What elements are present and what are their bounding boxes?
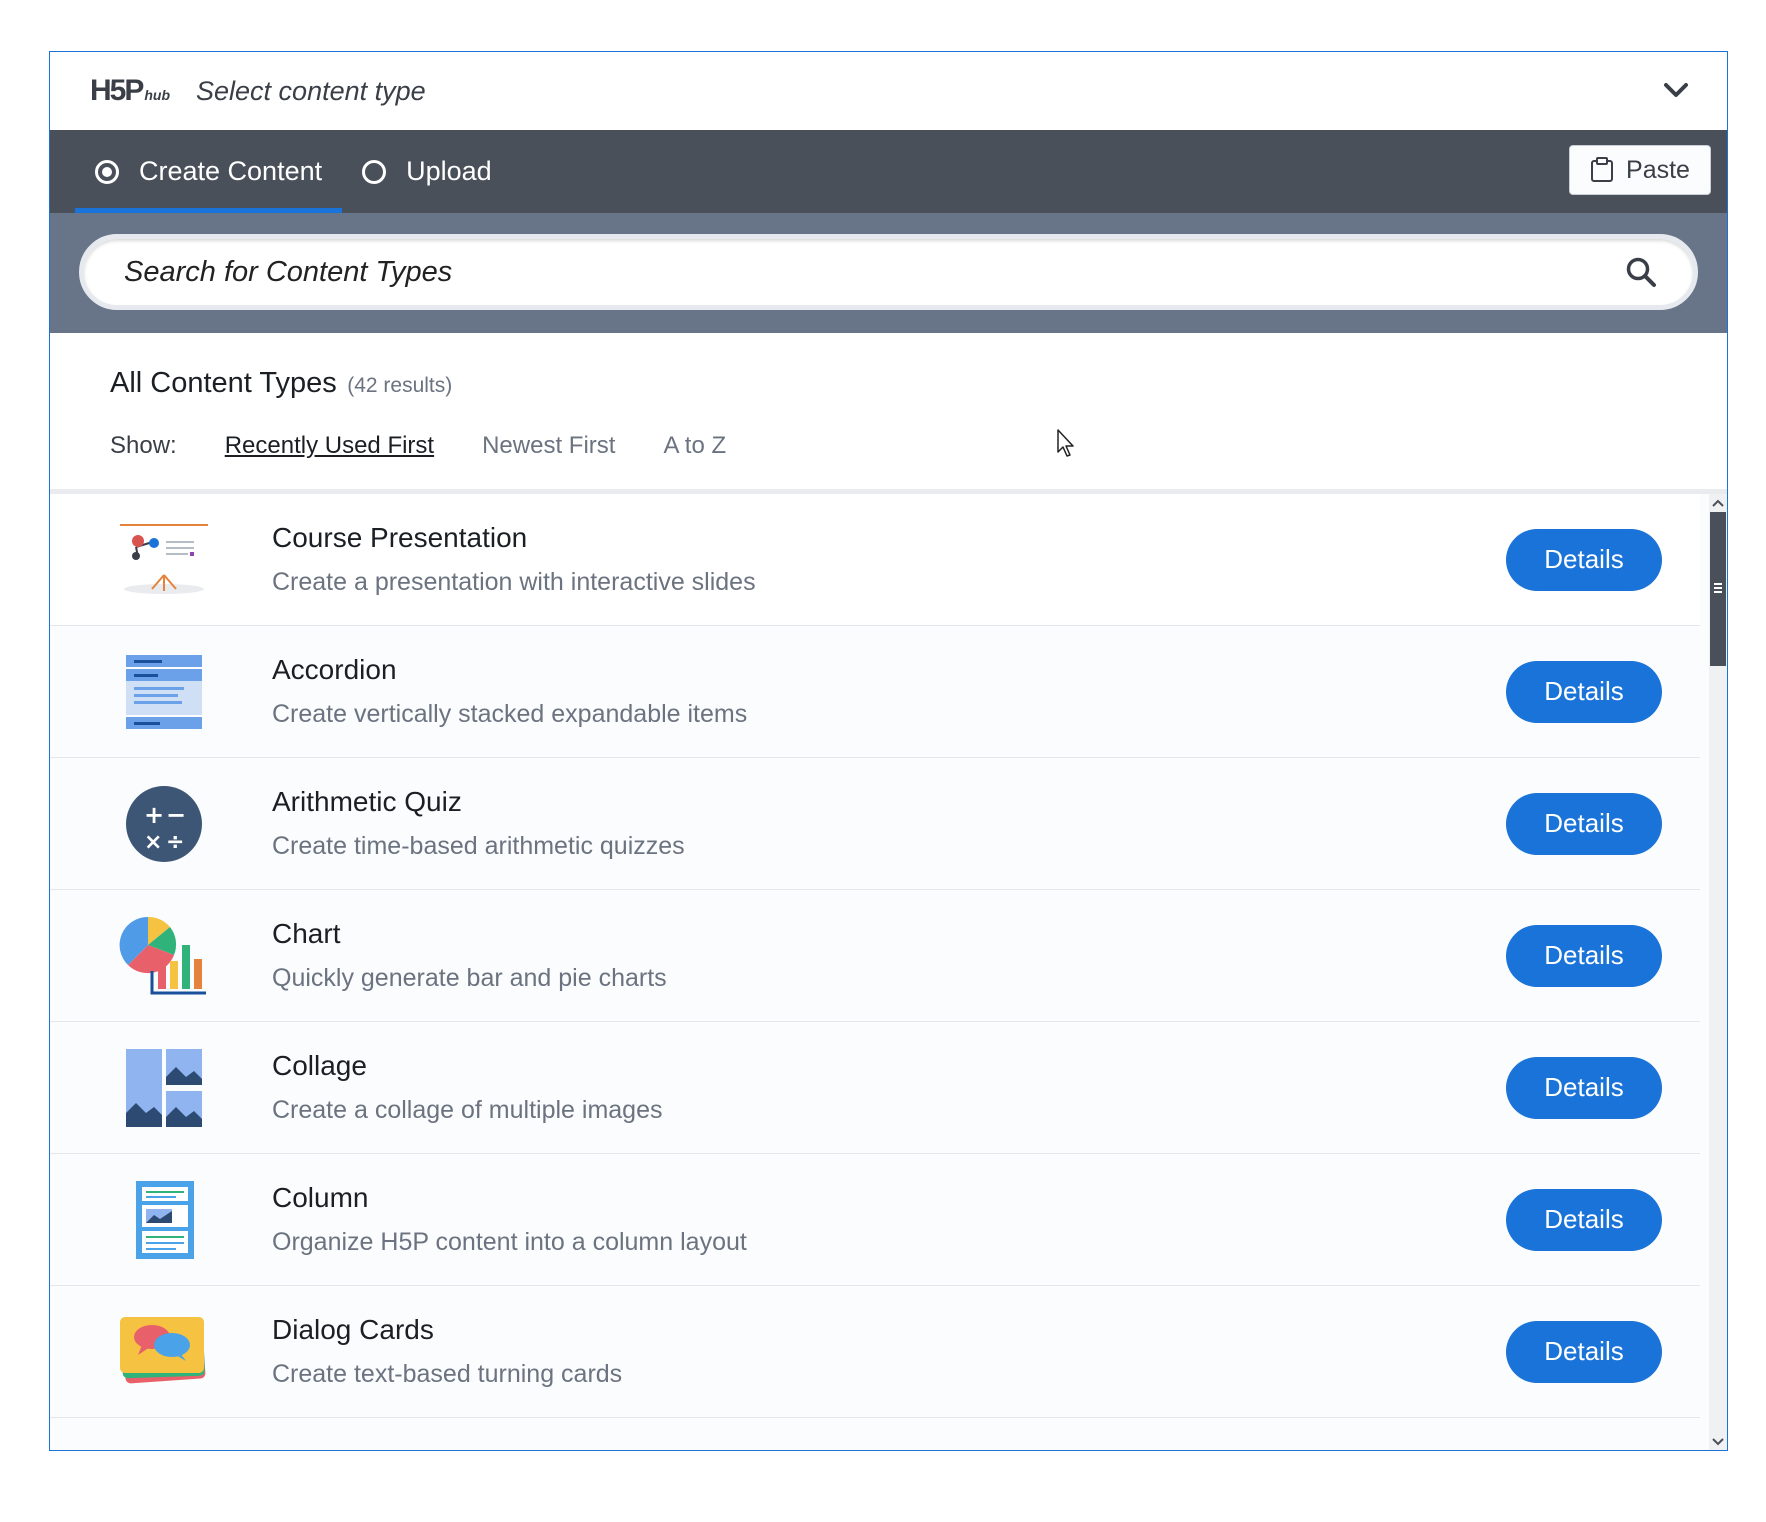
h5p-hub-logo: H5P hub	[90, 74, 170, 108]
dialog-cards-icon	[120, 1317, 206, 1384]
list-item[interactable]: Accordion Create vertically stacked expa…	[50, 626, 1700, 758]
accordion-icon	[126, 655, 202, 729]
list-item[interactable]: Dialog Cards Create text-based turning c…	[50, 1286, 1700, 1418]
paste-label: Paste	[1626, 155, 1690, 184]
logo-hub: hub	[144, 87, 171, 103]
radio-selected-icon	[95, 159, 119, 184]
list-item[interactable]: + − × ÷ Arithmetic Quiz Create time-base…	[50, 758, 1700, 890]
clipboard-icon	[1591, 157, 1614, 182]
sort-options: Show: Recently Used First Newest First A…	[110, 432, 1727, 460]
sort-recently-used[interactable]: Recently Used First	[225, 432, 434, 460]
details-button[interactable]: Details	[1506, 1188, 1662, 1251]
show-label: Show:	[110, 432, 177, 459]
hub-title: Select content type	[196, 75, 426, 106]
h5p-hub-panel: H5P hub Select content type Create Conte…	[49, 51, 1728, 1451]
item-text: Collage Create a collage of multiple ima…	[272, 1050, 662, 1125]
content-type-list: Course Presentation Create a presentatio…	[50, 494, 1727, 1450]
svg-text:×: ×	[144, 830, 162, 855]
item-description: Create a collage of multiple images	[272, 1096, 663, 1124]
item-text: Dialog Cards Create text-based turning c…	[272, 1314, 622, 1389]
scroll-up-arrow[interactable]	[1709, 494, 1727, 512]
tab-label: Create Content	[139, 156, 323, 186]
details-button[interactable]: Details	[1506, 792, 1662, 855]
item-text: Accordion Create vertically stacked expa…	[272, 654, 747, 729]
tab-bar: Create Content Upload Paste	[50, 130, 1727, 213]
svg-text:+: +	[144, 801, 164, 829]
arithmetic-quiz-icon: + − × ÷	[126, 786, 202, 862]
column-icon	[136, 1181, 194, 1259]
collage-icon	[126, 1049, 202, 1127]
grip-icon	[1714, 583, 1722, 593]
item-title: Accordion	[272, 654, 397, 685]
item-text: Course Presentation Create a presentatio…	[272, 522, 756, 597]
item-description: Create vertically stacked expandable ite…	[272, 700, 748, 728]
svg-text:÷: ÷	[166, 830, 184, 855]
list-item[interactable]: Chart Quickly generate bar and pie chart…	[50, 890, 1700, 1022]
item-description: Quickly generate bar and pie charts	[272, 964, 667, 992]
paste-button[interactable]: Paste	[1569, 145, 1711, 195]
item-title: Collage	[272, 1050, 367, 1081]
item-description: Create time-based arithmetic quizzes	[272, 832, 685, 860]
chevron-up-icon	[1712, 499, 1724, 507]
item-title: Arithmetic Quiz	[272, 786, 462, 817]
chevron-down-icon[interactable]	[1663, 79, 1689, 101]
tab-upload[interactable]: Upload	[342, 130, 512, 213]
item-description: Organize H5P content into a column layou…	[272, 1228, 747, 1256]
item-title: Dialog Cards	[272, 1314, 434, 1345]
result-count: (42 results)	[347, 374, 453, 397]
list-header: All Content Types (42 results) Show: Rec…	[50, 333, 1727, 489]
list-item[interactable]: Collage Create a collage of multiple ima…	[50, 1022, 1700, 1154]
scroll-down-arrow[interactable]	[1709, 1433, 1727, 1450]
mouse-cursor-icon	[1057, 429, 1074, 457]
sort-newest-first[interactable]: Newest First	[482, 432, 615, 460]
list-scrollbar[interactable]	[1709, 494, 1727, 1450]
list-item[interactable]: Course Presentation Create a presentatio…	[50, 494, 1700, 626]
item-text: Arithmetic Quiz Create time-based arithm…	[272, 786, 685, 861]
details-button[interactable]: Details	[1506, 528, 1662, 591]
details-button[interactable]: Details	[1506, 1320, 1662, 1383]
item-title: Chart	[272, 918, 341, 949]
scroll-thumb[interactable]	[1710, 512, 1726, 666]
search-band	[50, 213, 1727, 333]
list-title: All Content Types	[110, 367, 337, 399]
svg-text:−: −	[166, 801, 186, 829]
item-description: Create text-based turning cards	[272, 1360, 623, 1388]
search-box[interactable]	[79, 234, 1698, 310]
item-title: Course Presentation	[272, 522, 528, 553]
details-button[interactable]: Details	[1506, 660, 1662, 723]
radio-unselected-icon	[362, 159, 387, 184]
tab-label: Upload	[406, 156, 492, 186]
item-text: Chart Quickly generate bar and pie chart…	[272, 918, 667, 993]
course-presentation-icon	[120, 524, 208, 594]
tab-create-content[interactable]: Create Content	[75, 130, 343, 213]
item-description: Create a presentation with interactive s…	[272, 568, 756, 596]
details-button[interactable]: Details	[1506, 924, 1662, 987]
logo-h5p: H5P	[90, 74, 144, 107]
item-title: Column	[272, 1182, 369, 1213]
chart-icon	[119, 916, 206, 995]
hub-header[interactable]: H5P hub Select content type	[50, 52, 1727, 130]
item-text: Column Organize H5P content into a colum…	[272, 1182, 747, 1257]
list-item[interactable]: Column Organize H5P content into a colum…	[50, 1154, 1700, 1286]
chevron-down-icon	[1712, 1438, 1724, 1446]
search-input[interactable]	[122, 254, 1625, 290]
sort-a-to-z[interactable]: A to Z	[663, 432, 726, 460]
details-button[interactable]: Details	[1506, 1056, 1662, 1119]
search-icon[interactable]	[1625, 256, 1657, 288]
